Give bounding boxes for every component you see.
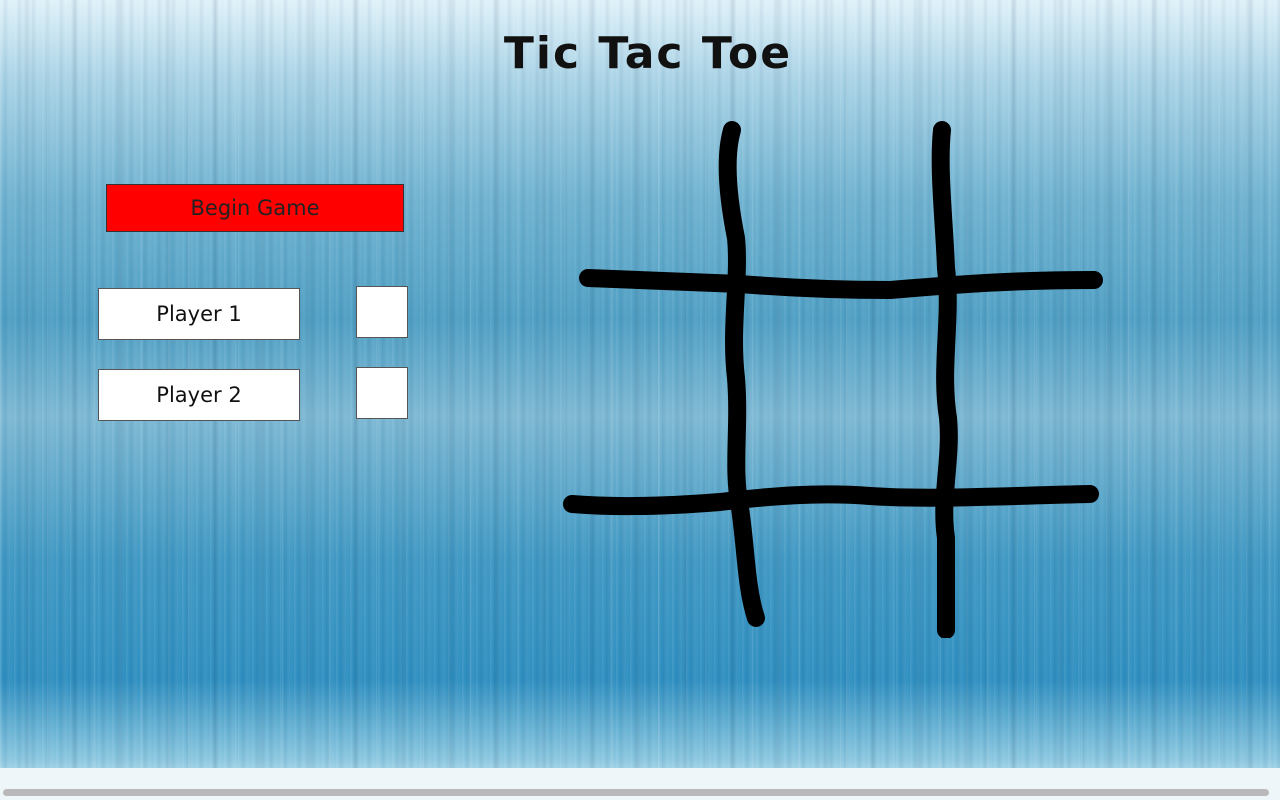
board-cell[interactable]	[958, 296, 1094, 496]
board-cell[interactable]	[958, 134, 1094, 284]
game-title: Tic Tac Toe	[503, 28, 793, 79]
tic-tac-toe-board[interactable]	[560, 118, 1106, 638]
scrollbar-thumb[interactable]	[3, 789, 1269, 796]
board-cell[interactable]	[750, 296, 946, 496]
begin-game-button[interactable]: Begin Game	[106, 184, 404, 232]
board-cell[interactable]	[586, 508, 738, 624]
player-1-mark-box[interactable]	[356, 286, 408, 338]
board-cell[interactable]	[750, 134, 946, 284]
board-cell[interactable]	[586, 296, 738, 496]
board-cell[interactable]	[958, 508, 1094, 624]
game-page: Tic Tac Toe Begin Game Player 1 Player 2	[0, 0, 1280, 800]
player-2-label: Player 2	[98, 369, 300, 421]
player-2-mark-box[interactable]	[356, 367, 408, 419]
board-cell[interactable]	[750, 508, 946, 624]
horizontal-scrollbar[interactable]	[0, 768, 1280, 800]
player-1-label: Player 1	[98, 288, 300, 340]
board-cell[interactable]	[586, 134, 738, 284]
